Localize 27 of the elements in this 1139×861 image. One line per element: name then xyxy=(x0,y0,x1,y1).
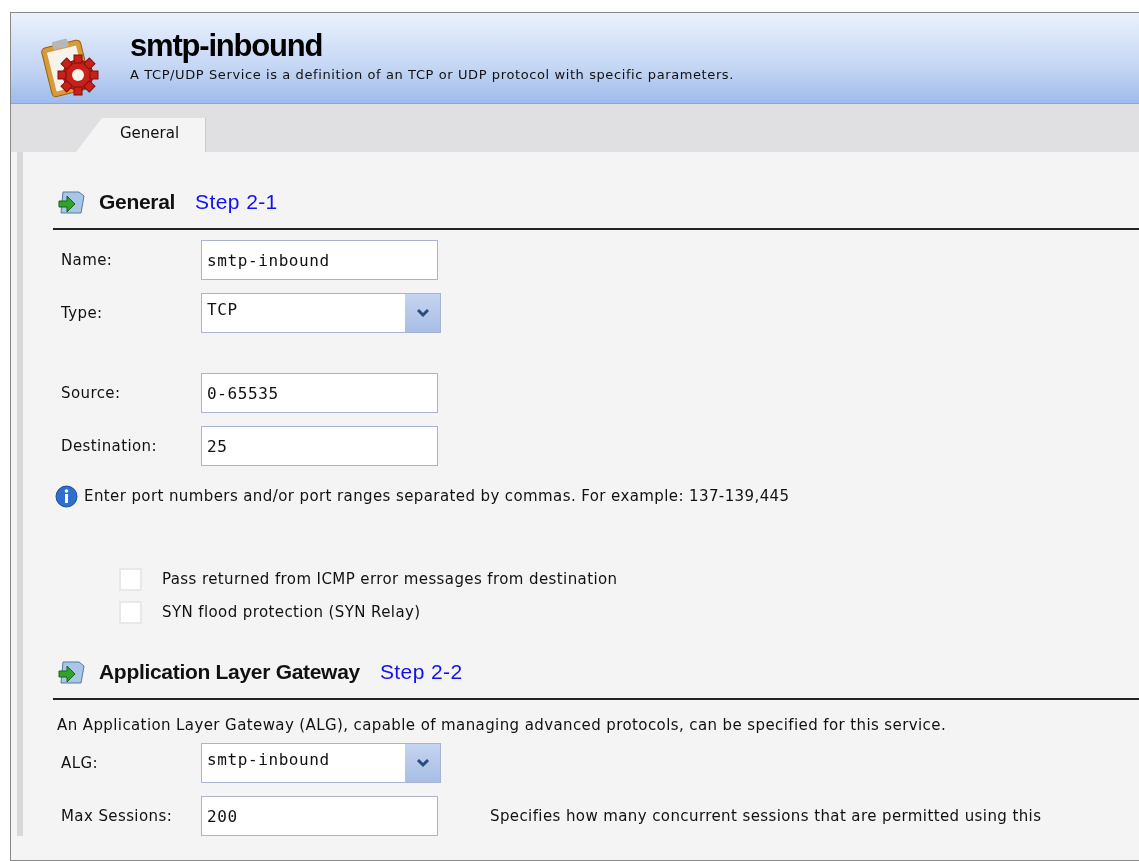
page-title: smtp-inbound xyxy=(130,27,324,65)
dropdown[interactable]: smtp-inbound xyxy=(201,743,441,783)
page-description: A TCP/UDP Service is a definition of an TCP or UDP protocol with specific parameters. xyxy=(130,67,734,82)
document-arrow-icon xyxy=(57,659,87,685)
document-arrow-icon xyxy=(57,189,87,215)
section-title: General xyxy=(99,190,176,214)
info-text: Enter port numbers and/or port ranges separated by commas. For example: 137-139,445 xyxy=(84,487,790,505)
text-field[interactable]: 0-65535 xyxy=(201,373,438,413)
dropdown[interactable]: TCP xyxy=(201,293,441,333)
text-field[interactable]: smtp-inbound xyxy=(201,240,438,280)
text-field[interactable]: 25 xyxy=(201,426,438,466)
field-label: Source: xyxy=(61,384,122,402)
section-title: Application Layer Gateway xyxy=(99,660,360,684)
field-label: Type: xyxy=(61,304,104,322)
field-label: ALG: xyxy=(61,754,99,772)
text-field[interactable]: 200 xyxy=(201,796,438,836)
field-label: Destination: xyxy=(61,437,158,455)
checkbox-label: Pass returned from ICMP error messages from destination xyxy=(162,570,618,588)
step-label: Step 2-2 xyxy=(379,660,463,684)
info-icon xyxy=(55,484,78,508)
step-label: Step 2-1 xyxy=(195,190,278,214)
checkbox-label: SYN flood protection (SYN Relay) xyxy=(162,603,421,621)
tab[interactable]: General xyxy=(76,118,207,152)
field-hint: Specifies how many concurrent sessions that are permitted using this xyxy=(490,807,1042,825)
field-label: Name: xyxy=(61,251,114,269)
section-description: An Application Layer Gateway (ALG), capable of managing advanced protocols, can be specified for this service. xyxy=(57,716,948,734)
field-label: Max Sessions: xyxy=(61,807,174,825)
